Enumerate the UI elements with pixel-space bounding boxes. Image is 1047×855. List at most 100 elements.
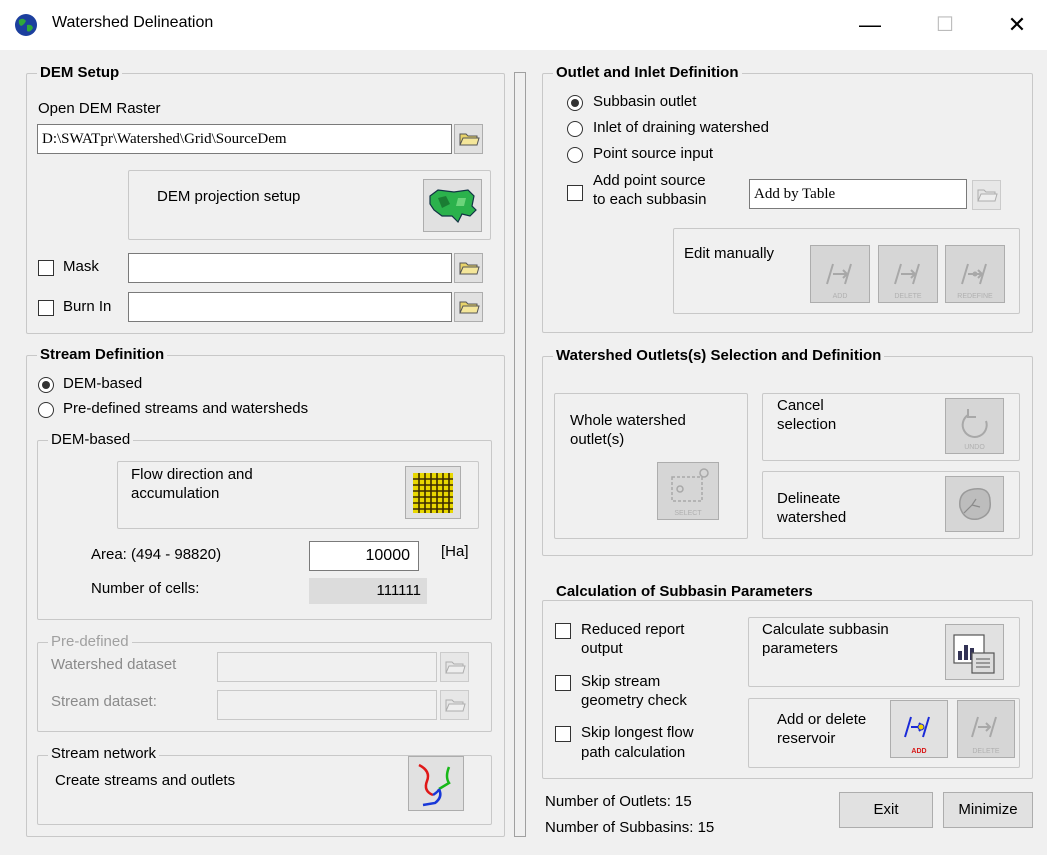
- folder-icon: [445, 661, 466, 674]
- inlet-radio[interactable]: [567, 121, 583, 137]
- reduced-report-label-line1: Reduced report: [581, 621, 685, 638]
- open-dem-label: Open DEM Raster: [38, 100, 161, 117]
- delete-reservoir-caption: DELETE: [972, 748, 1000, 755]
- delete-outlet-caption: DELETE: [894, 293, 922, 300]
- predefined-radio-label: Pre-defined streams and watersheds: [63, 400, 309, 417]
- window-title: Watershed Delineation: [52, 14, 214, 31]
- add-by-table-input[interactable]: Add by Table: [749, 179, 967, 209]
- report-icon: [953, 634, 995, 674]
- add-point-source-checkbox[interactable]: [567, 185, 583, 201]
- add-reservoir-caption: ADD: [911, 748, 927, 755]
- dem-projection-button[interactable]: [423, 179, 482, 232]
- maximize-window-button[interactable]: ☐: [925, 10, 965, 40]
- watershed-dataset-label: Watershed dataset: [51, 656, 177, 673]
- folder-icon: [459, 262, 480, 275]
- skip-geometry-checkbox[interactable]: [555, 675, 571, 691]
- add-point-source-label-line2: to each subbasin: [593, 191, 707, 208]
- select-outlet-button[interactable]: SELECT: [657, 462, 719, 520]
- folder-icon: [459, 301, 480, 314]
- outlets-selection-title: Watershed Outlets(s) Selection and Defin…: [553, 347, 885, 364]
- dem-setup-title: DEM Setup: [37, 64, 123, 81]
- add-outlet-caption: ADD: [832, 293, 848, 300]
- minimize-button[interactable]: Minimize: [943, 792, 1033, 828]
- stream-dataset-browse-button: [440, 690, 469, 720]
- subbasins-count-label: Number of Subbasins: 15: [545, 819, 715, 836]
- stream-dataset-label: Stream dataset:: [51, 693, 157, 710]
- delete-reservoir-button[interactable]: DELETE: [957, 700, 1015, 758]
- skip-geometry-label-line2: geometry check: [581, 692, 687, 709]
- burnin-input[interactable]: [128, 292, 452, 322]
- add-outlet-button[interactable]: ADD: [810, 245, 870, 303]
- calculate-subbasin-button[interactable]: [945, 624, 1004, 680]
- redefine-outlet-button[interactable]: REDEFINE: [945, 245, 1005, 303]
- point-source-radio[interactable]: [567, 147, 583, 163]
- undo-button[interactable]: UNDO: [945, 398, 1004, 454]
- folder-icon: [459, 133, 480, 146]
- mask-input[interactable]: [128, 253, 452, 283]
- subbasin-outlet-radio[interactable]: [567, 95, 583, 111]
- stream-network-icon: [418, 763, 451, 807]
- add-point-source-label-line1: Add point source: [593, 172, 706, 189]
- dem-path-input[interactable]: D:\SWATpr\Watershed\Grid\SourceDem: [37, 124, 452, 154]
- outlets-count-label: Number of Outlets: 15: [545, 793, 692, 810]
- add-by-table-browse-button[interactable]: [972, 180, 1001, 210]
- folder-icon: [977, 189, 998, 202]
- delineate-label-line1: Delineate: [777, 490, 841, 507]
- flow-direction-button[interactable]: [405, 466, 461, 519]
- dem-browse-button[interactable]: [454, 124, 483, 154]
- predefined-title: Pre-defined: [48, 633, 132, 650]
- area-unit-label: [Ha]: [441, 543, 469, 560]
- mask-checkbox[interactable]: [38, 260, 54, 276]
- dem-based-radio-label: DEM-based: [63, 375, 143, 392]
- create-streams-button[interactable]: [408, 756, 464, 811]
- exit-button[interactable]: Exit: [839, 792, 933, 828]
- skip-longest-flow-checkbox[interactable]: [555, 726, 571, 742]
- whole-watershed-label-line1: Whole watershed: [570, 412, 686, 429]
- reduced-report-label-line2: output: [581, 640, 623, 657]
- edit-manually-label: Edit manually: [684, 245, 775, 262]
- skip-geometry-label-line1: Skip stream: [581, 673, 661, 690]
- area-label: Area: (494 - 98820): [91, 546, 222, 563]
- delineate-watershed-button[interactable]: [945, 476, 1004, 532]
- delineate-label-line2: watershed: [777, 509, 847, 526]
- inlet-label: Inlet of draining watershed: [593, 119, 769, 136]
- watershed-icon: [959, 488, 991, 520]
- reservoir-label-line1: Add or delete: [777, 711, 867, 728]
- flow-direction-label-line2: accumulation: [131, 485, 220, 502]
- stream-dataset-input: [217, 690, 437, 720]
- cells-label: Number of cells:: [91, 580, 200, 597]
- folder-icon: [445, 699, 466, 712]
- dem-based-radio[interactable]: [38, 377, 54, 393]
- point-source-label: Point source input: [593, 145, 714, 162]
- minimize-window-button[interactable]: —: [850, 10, 890, 40]
- stream-network-title: Stream network: [48, 745, 160, 762]
- cancel-selection-label-line1: Cancel: [777, 397, 824, 414]
- area-input[interactable]: 10000: [309, 541, 419, 571]
- mask-label: Mask: [63, 258, 99, 275]
- outlet-inlet-title: Outlet and Inlet Definition: [553, 64, 742, 81]
- select-caption: SELECT: [674, 510, 702, 517]
- cells-value: 111111: [309, 578, 427, 604]
- reservoir-label-line2: reservoir: [777, 730, 836, 747]
- add-reservoir-button[interactable]: ADD: [890, 700, 948, 758]
- predefined-radio[interactable]: [38, 402, 54, 418]
- burnin-label: Burn In: [63, 298, 112, 315]
- undo-caption: UNDO: [964, 444, 985, 451]
- create-streams-label: Create streams and outlets: [55, 772, 236, 789]
- watershed-dataset-browse-button: [440, 652, 469, 682]
- cancel-selection-label-line2: selection: [777, 416, 837, 433]
- watershed-dataset-input: [217, 652, 437, 682]
- panel-splitter[interactable]: [514, 72, 526, 837]
- dem-projection-label: DEM projection setup: [157, 188, 301, 205]
- burnin-browse-button[interactable]: [454, 292, 483, 322]
- mask-browse-button[interactable]: [454, 253, 483, 283]
- calculate-label-line1: Calculate subbasin: [762, 621, 889, 638]
- burnin-checkbox[interactable]: [38, 300, 54, 316]
- stream-definition-title: Stream Definition: [37, 346, 168, 363]
- flow-direction-label-line1: Flow direction and: [131, 466, 253, 483]
- calculate-label-line2: parameters: [762, 640, 838, 657]
- delete-outlet-button[interactable]: DELETE: [878, 245, 938, 303]
- reduced-report-checkbox[interactable]: [555, 623, 571, 639]
- skip-longest-flow-label-line1: Skip longest flow: [581, 724, 694, 741]
- close-window-button[interactable]: ✕: [997, 10, 1037, 40]
